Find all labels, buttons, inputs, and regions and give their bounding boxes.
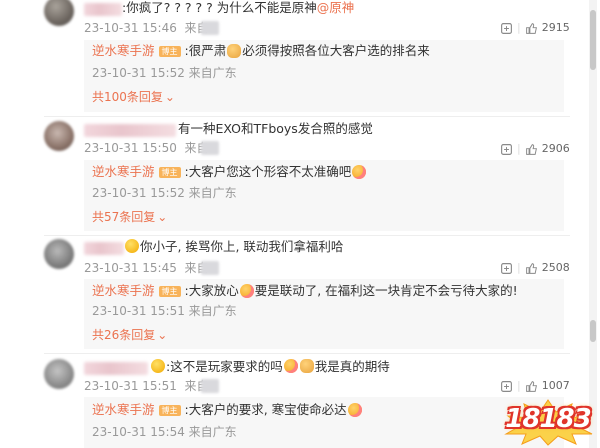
comment-actions: | 2915	[500, 21, 570, 35]
watermark-text: 18183	[505, 404, 591, 434]
comment: 你小子, 挨骂你上, 联动我们拿福利哈 23-10-31 15:45 来自 | …	[0, 239, 600, 349]
reply-box: 逆水寒手游 博主 :大客户的要求, 寒宝使命必达 23-10-31 15:54 …	[84, 397, 564, 448]
like-count: 1007	[541, 379, 570, 392]
author-badge: 博主	[158, 45, 181, 57]
reply-author-link[interactable]: 逆水寒手游	[92, 164, 155, 180]
reply-time: 23-10-31 15:52 来自广东	[92, 66, 237, 80]
emoji-icon	[151, 359, 165, 373]
reply-time: 23-10-31 15:52 来自广东	[92, 186, 237, 200]
emoji-icon	[283, 359, 298, 373]
mention-link[interactable]: @原神	[317, 0, 355, 15]
comment-text: :你疯了? ? ? ? ? 为什么不能是原神@原神	[122, 0, 355, 15]
avatar[interactable]	[44, 0, 74, 26]
location-blurred	[201, 379, 219, 393]
emoji-icon	[227, 44, 242, 58]
comment-time: 23-10-31 15:45 来自	[84, 261, 209, 275]
username-blurred[interactable]	[84, 124, 176, 137]
emoji-icon	[125, 239, 139, 253]
like-icon[interactable]	[525, 22, 538, 35]
reply: 逆水寒手游 博主 :很严肃 必须得按照各位大客户选的排名来	[92, 43, 430, 59]
reply-time: 23-10-31 15:54 来自广东	[92, 425, 237, 439]
author-badge: 博主	[158, 404, 181, 416]
like-count: 2915	[541, 21, 570, 34]
share-icon[interactable]	[500, 143, 513, 156]
emoji-icon	[239, 284, 254, 298]
share-icon[interactable]	[500, 22, 513, 35]
reply: 逆水寒手游 博主 :大客户您这个形容不太准确吧	[92, 164, 367, 180]
comment-time: 23-10-31 15:51 来自	[84, 379, 209, 393]
view-more-replies[interactable]: 共57条回复 ⌄	[92, 210, 167, 224]
reply-box: 逆水寒手游 博主 :很严肃 必须得按照各位大客户选的排名来 23-10-31 1…	[84, 40, 564, 112]
emoji-icon	[352, 165, 367, 179]
like-icon[interactable]	[525, 262, 538, 275]
reply-box: 逆水寒手游 博主 :大家放心 要是联动了, 在福利这一块肯定不会亏待大家的! 2…	[84, 279, 564, 349]
comment-text: 你小子, 挨骂你上, 联动我们拿福利哈	[124, 239, 343, 255]
comment-actions: | 2508	[500, 261, 570, 275]
like-count: 2906	[541, 142, 570, 155]
reply-time: 23-10-31 15:51 来自广东	[92, 304, 237, 318]
divider	[44, 235, 570, 236]
comment-time: 23-10-31 15:50 来自	[84, 141, 209, 155]
avatar[interactable]	[44, 359, 74, 389]
location-blurred	[201, 261, 219, 275]
comment-text: :这不是玩家要求的吗 我是真的期待	[150, 359, 390, 375]
avatar[interactable]	[44, 121, 74, 151]
reply-author-link[interactable]: 逆水寒手游	[92, 283, 155, 299]
comment-time: 23-10-31 15:46 来自	[84, 21, 209, 35]
comment: :你疯了? ? ? ? ? 为什么不能是原神@原神 23-10-31 15:46…	[0, 0, 600, 112]
username-blurred[interactable]	[84, 3, 122, 16]
divider	[44, 116, 570, 117]
reply: 逆水寒手游 博主 :大客户的要求, 寒宝使命必达	[92, 402, 363, 418]
chevron-down-icon: ⌄	[157, 210, 168, 224]
location-blurred	[201, 21, 219, 35]
emoji-icon	[347, 403, 362, 417]
avatar[interactable]	[44, 239, 74, 269]
view-more-replies[interactable]: 共26条回复 ⌄	[92, 328, 167, 342]
chevron-down-icon: ⌄	[164, 90, 175, 104]
view-more-replies[interactable]: 共100条回复 ⌄	[92, 90, 175, 104]
username-blurred[interactable]	[84, 362, 148, 375]
like-icon[interactable]	[525, 380, 538, 393]
reply-author-link[interactable]: 逆水寒手游	[92, 43, 155, 59]
share-icon[interactable]	[500, 380, 513, 393]
author-badge: 博主	[158, 285, 181, 297]
emoji-icon	[299, 359, 314, 373]
chevron-down-icon: ⌄	[157, 328, 168, 342]
location-blurred	[201, 141, 219, 155]
author-badge: 博主	[158, 166, 181, 178]
reply: 逆水寒手游 博主 :大家放心 要是联动了, 在福利这一块肯定不会亏待大家的!	[92, 283, 518, 299]
share-icon[interactable]	[500, 262, 513, 275]
comment-text: 有一种EXO和TFboys发合照的感觉	[178, 121, 373, 136]
watermark-logo: 18183	[502, 398, 594, 446]
like-count: 2508	[541, 261, 570, 274]
comment-actions: | 2906	[500, 142, 570, 156]
reply-box: 逆水寒手游 博主 :大客户您这个形容不太准确吧 23-10-31 15:52 来…	[84, 160, 564, 231]
divider	[44, 353, 570, 354]
reply-author-link[interactable]: 逆水寒手游	[92, 402, 155, 418]
comment-actions: | 1007	[500, 379, 570, 393]
username-blurred[interactable]	[84, 242, 124, 255]
comment: 有一种EXO和TFboys发合照的感觉 23-10-31 15:50 来自 | …	[0, 121, 600, 231]
like-icon[interactable]	[525, 143, 538, 156]
